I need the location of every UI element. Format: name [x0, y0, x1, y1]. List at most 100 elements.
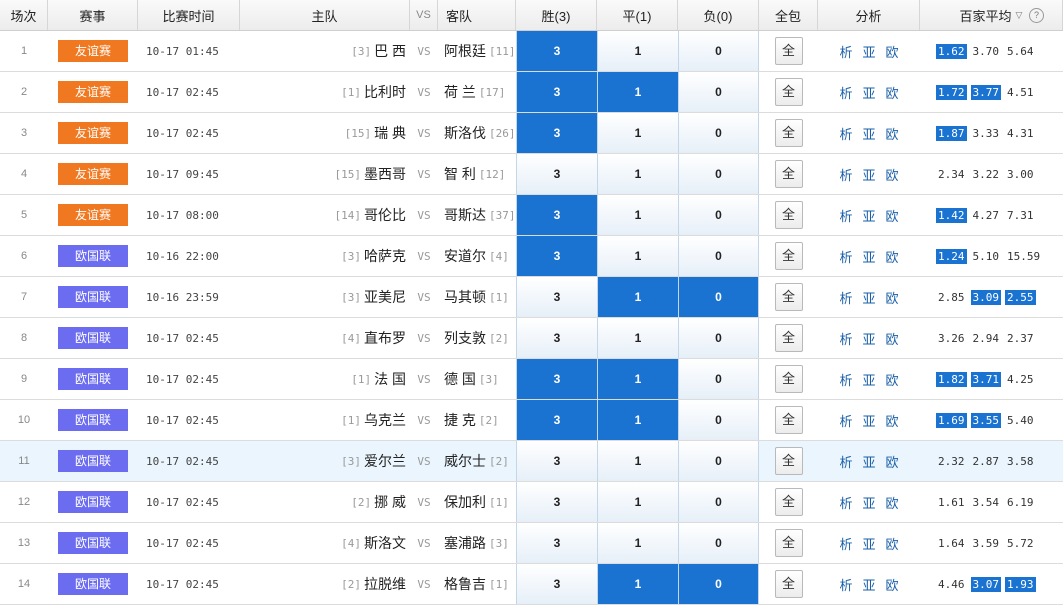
euro-odds-link[interactable]: 欧: [886, 42, 899, 61]
analysis-link[interactable]: 析: [839, 329, 852, 348]
select-all-button[interactable]: 全: [774, 78, 803, 106]
asian-odds-link[interactable]: 亚: [862, 206, 875, 225]
asian-odds-link[interactable]: 亚: [862, 575, 875, 594]
pick-draw[interactable]: 1: [597, 441, 678, 481]
pick-win[interactable]: 3: [516, 31, 597, 71]
select-all-button[interactable]: 全: [774, 529, 803, 557]
league-badge[interactable]: 友谊赛: [58, 204, 128, 226]
league-badge[interactable]: 欧国联: [58, 573, 128, 595]
analysis-link[interactable]: 析: [839, 452, 852, 471]
league-badge[interactable]: 友谊赛: [58, 163, 128, 185]
analysis-link[interactable]: 析: [839, 575, 852, 594]
away-team-name[interactable]: 安道尔: [444, 246, 486, 266]
euro-odds-link[interactable]: 欧: [886, 288, 899, 307]
home-team-name[interactable]: 墨西哥: [364, 164, 406, 184]
home-team-name[interactable]: 亚美尼: [364, 287, 406, 307]
pick-win[interactable]: 3: [516, 154, 597, 194]
pick-win[interactable]: 3: [516, 482, 597, 522]
pick-draw[interactable]: 1: [597, 482, 678, 522]
pick-lose[interactable]: 0: [678, 72, 759, 112]
help-icon[interactable]: ?: [1029, 8, 1044, 23]
pick-draw[interactable]: 1: [597, 72, 678, 112]
away-team-name[interactable]: 德 国: [444, 369, 476, 389]
away-team-name[interactable]: 阿根廷: [444, 41, 486, 61]
home-team-name[interactable]: 瑞 典: [374, 123, 406, 143]
analysis-link[interactable]: 析: [839, 83, 852, 102]
away-team-name[interactable]: 捷 克: [444, 410, 476, 430]
away-team-name[interactable]: 塞浦路: [444, 533, 486, 553]
select-all-button[interactable]: 全: [774, 242, 803, 270]
pick-win[interactable]: 3: [516, 441, 597, 481]
select-all-button[interactable]: 全: [774, 201, 803, 229]
league-badge[interactable]: 欧国联: [58, 532, 128, 554]
pick-draw[interactable]: 1: [597, 564, 678, 604]
asian-odds-link[interactable]: 亚: [862, 42, 875, 61]
analysis-link[interactable]: 析: [839, 411, 852, 430]
league-badge[interactable]: 欧国联: [58, 327, 128, 349]
pick-draw[interactable]: 1: [597, 359, 678, 399]
analysis-link[interactable]: 析: [839, 534, 852, 553]
select-all-button[interactable]: 全: [774, 160, 803, 188]
select-all-button[interactable]: 全: [774, 365, 803, 393]
home-team-name[interactable]: 直布罗: [364, 328, 406, 348]
sort-caret-icon[interactable]: ▽: [1016, 10, 1023, 21]
select-all-button[interactable]: 全: [774, 447, 803, 475]
pick-draw[interactable]: 1: [597, 400, 678, 440]
away-team-name[interactable]: 保加利: [444, 492, 486, 512]
analysis-link[interactable]: 析: [839, 493, 852, 512]
euro-odds-link[interactable]: 欧: [886, 124, 899, 143]
home-team-name[interactable]: 斯洛文: [364, 533, 406, 553]
select-all-button[interactable]: 全: [774, 37, 803, 65]
euro-odds-link[interactable]: 欧: [886, 83, 899, 102]
home-team-name[interactable]: 比利时: [364, 82, 406, 102]
pick-draw[interactable]: 1: [597, 154, 678, 194]
home-team-name[interactable]: 乌克兰: [364, 410, 406, 430]
euro-odds-link[interactable]: 欧: [886, 493, 899, 512]
select-all-button[interactable]: 全: [774, 324, 803, 352]
away-team-name[interactable]: 荷 兰: [444, 82, 476, 102]
pick-lose[interactable]: 0: [678, 277, 759, 317]
pick-lose[interactable]: 0: [678, 523, 759, 563]
euro-odds-link[interactable]: 欧: [886, 329, 899, 348]
away-team-name[interactable]: 格鲁吉: [444, 574, 486, 594]
asian-odds-link[interactable]: 亚: [862, 534, 875, 553]
pick-lose[interactable]: 0: [678, 359, 759, 399]
asian-odds-link[interactable]: 亚: [862, 288, 875, 307]
analysis-link[interactable]: 析: [839, 247, 852, 266]
home-team-name[interactable]: 哈萨克: [364, 246, 406, 266]
pick-win[interactable]: 3: [516, 72, 597, 112]
asian-odds-link[interactable]: 亚: [862, 83, 875, 102]
league-badge[interactable]: 友谊赛: [58, 40, 128, 62]
away-team-name[interactable]: 智 利: [444, 164, 476, 184]
league-badge[interactable]: 欧国联: [58, 450, 128, 472]
pick-lose[interactable]: 0: [678, 441, 759, 481]
pick-win[interactable]: 3: [516, 195, 597, 235]
euro-odds-link[interactable]: 欧: [886, 575, 899, 594]
select-all-button[interactable]: 全: [774, 283, 803, 311]
home-team-name[interactable]: 爱尔兰: [364, 451, 406, 471]
euro-odds-link[interactable]: 欧: [886, 452, 899, 471]
asian-odds-link[interactable]: 亚: [862, 370, 875, 389]
home-team-name[interactable]: 哥伦比: [364, 205, 406, 225]
analysis-link[interactable]: 析: [839, 370, 852, 389]
analysis-link[interactable]: 析: [839, 42, 852, 61]
pick-win[interactable]: 3: [516, 318, 597, 358]
pick-lose[interactable]: 0: [678, 195, 759, 235]
pick-win[interactable]: 3: [516, 113, 597, 153]
pick-draw[interactable]: 1: [597, 277, 678, 317]
asian-odds-link[interactable]: 亚: [862, 124, 875, 143]
pick-win[interactable]: 3: [516, 564, 597, 604]
euro-odds-link[interactable]: 欧: [886, 534, 899, 553]
league-badge[interactable]: 友谊赛: [58, 81, 128, 103]
home-team-name[interactable]: 法 国: [374, 369, 406, 389]
pick-lose[interactable]: 0: [678, 482, 759, 522]
euro-odds-link[interactable]: 欧: [886, 370, 899, 389]
pick-draw[interactable]: 1: [597, 195, 678, 235]
pick-draw[interactable]: 1: [597, 31, 678, 71]
pick-win[interactable]: 3: [516, 236, 597, 276]
pick-draw[interactable]: 1: [597, 113, 678, 153]
select-all-button[interactable]: 全: [774, 119, 803, 147]
asian-odds-link[interactable]: 亚: [862, 329, 875, 348]
pick-lose[interactable]: 0: [678, 113, 759, 153]
select-all-button[interactable]: 全: [774, 570, 803, 598]
